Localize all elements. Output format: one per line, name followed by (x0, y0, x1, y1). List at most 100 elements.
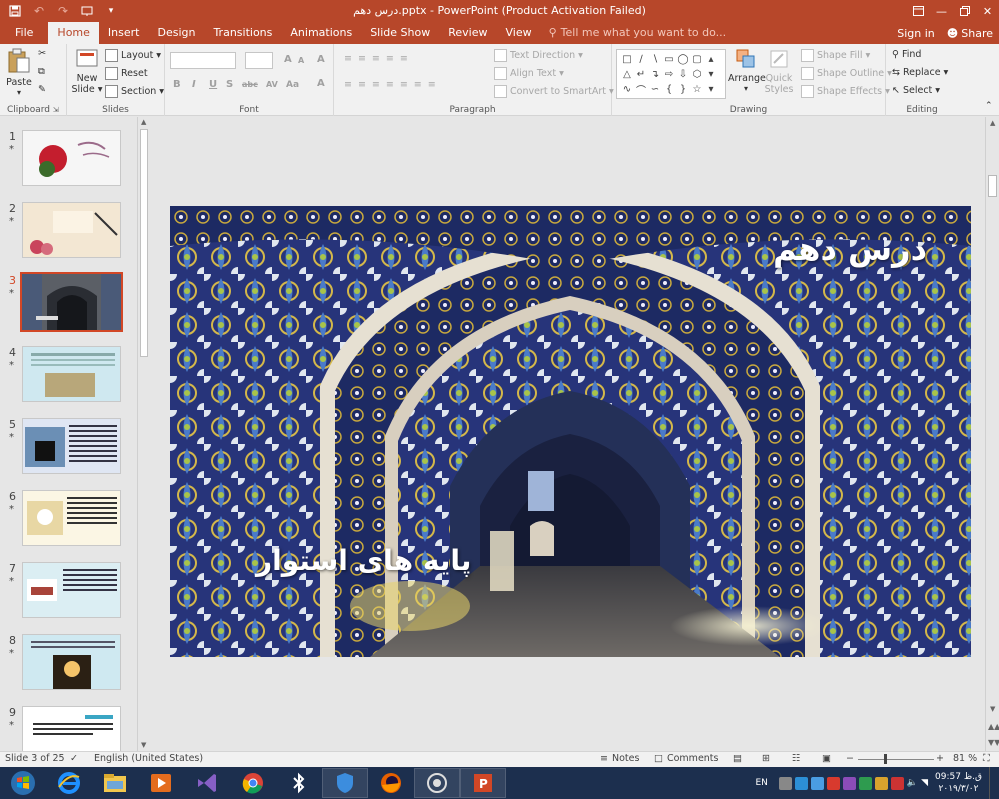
current-slide[interactable]: درس دهم پایه های استوار (170, 206, 971, 657)
slide-thumbnail-4[interactable]: 4 * (0, 346, 140, 410)
skype-icon[interactable] (794, 776, 808, 790)
network-icon[interactable]: ◥ (921, 778, 928, 788)
notes-button[interactable]: ≡ Notes (600, 753, 639, 764)
tab-design[interactable]: Design (148, 22, 204, 44)
slide-thumbnail-6[interactable]: 6 * (0, 490, 140, 554)
char-spacing-icon[interactable]: AV (266, 80, 278, 89)
scroll-thumb[interactable] (988, 175, 997, 197)
section-button[interactable]: Section ▾ (105, 85, 164, 98)
bluetooth-icon[interactable] (276, 768, 322, 798)
clear-formatting-icon[interactable]: A (317, 54, 325, 65)
paste-button[interactable]: Paste ▾ (4, 48, 34, 97)
change-case-icon[interactable]: Aa (286, 80, 299, 90)
find-button[interactable]: ⚲ Find (892, 49, 921, 60)
new-slide-button[interactable]: New Slide ▾ (70, 48, 104, 95)
update-icon[interactable] (858, 776, 872, 790)
tab-slide-show[interactable]: Slide Show (361, 22, 439, 44)
scroll-up-icon[interactable]: ▲ (141, 118, 146, 126)
scroll-thumb[interactable] (140, 129, 148, 357)
replace-button[interactable]: ⇆ Replace ▾ (892, 67, 948, 78)
italic-icon[interactable]: I (192, 79, 196, 90)
shape-outline-button[interactable]: Shape Outline ▾ (801, 67, 892, 80)
tab-animations[interactable]: Animations (281, 22, 361, 44)
thumbnails-scrollbar[interactable]: ▲ ▼ (137, 117, 150, 751)
grow-font-icon[interactable]: A (284, 54, 292, 65)
font-size-input[interactable] (245, 52, 273, 69)
tell-me-box[interactable]: ⚲ Tell me what you want to do... (541, 22, 727, 44)
chrome-icon[interactable] (230, 768, 276, 798)
language-icon[interactable]: EN (755, 778, 767, 788)
visual-studio-icon[interactable] (184, 768, 230, 798)
sign-in-link[interactable]: Sign in (897, 27, 935, 40)
redo-icon[interactable]: ↷ (52, 1, 74, 21)
shrink-font-icon[interactable]: A (298, 56, 304, 65)
reading-view-icon[interactable]: ☷ (792, 753, 801, 764)
bold-icon[interactable]: B (173, 79, 181, 90)
zoom-out-icon[interactable]: − (846, 753, 854, 764)
format-painter-icon[interactable]: ✎ (38, 84, 46, 95)
shadow-icon[interactable]: S (226, 79, 233, 90)
underline-icon[interactable]: U (209, 79, 217, 90)
alignment-icons[interactable]: ≡≡≡≡≡≡≡ (344, 79, 442, 90)
tab-review[interactable]: Review (439, 22, 496, 44)
slide-subtitle[interactable]: پایه های استوار (256, 544, 471, 577)
text-direction-button[interactable]: Text Direction ▾ (494, 49, 583, 62)
tab-home[interactable]: Home (48, 22, 99, 44)
spellcheck-icon[interactable]: ✓ (70, 753, 78, 764)
show-desktop-button[interactable] (989, 767, 995, 799)
speaker-icon[interactable]: 🔈 (907, 778, 918, 788)
slide-thumbnail-2[interactable]: 2 * (0, 202, 140, 266)
minimize-icon[interactable]: — (930, 0, 953, 22)
shape-fill-button[interactable]: Shape Fill ▾ (801, 49, 870, 62)
tab-view[interactable]: View (496, 22, 540, 44)
powerpoint-icon[interactable]: P (460, 768, 506, 798)
firefox-icon[interactable] (368, 768, 414, 798)
fit-slide-icon[interactable]: ⛶ (983, 753, 990, 764)
slide-sorter-icon[interactable]: ⊞ (762, 753, 770, 764)
vpn-icon[interactable] (414, 768, 460, 798)
zoom-slider[interactable] (858, 759, 934, 760)
slide-thumbnail-9[interactable]: 9 * (0, 706, 140, 751)
media-icon[interactable] (138, 768, 184, 798)
media-tray-icon[interactable] (842, 776, 856, 790)
previous-slide-icon[interactable]: ▲▲ (988, 722, 999, 731)
layout-button[interactable]: Layout ▾ (105, 49, 161, 62)
scroll-down-icon[interactable]: ▼ (990, 705, 995, 713)
flag-icon[interactable] (890, 776, 904, 790)
slide-thumbnail-8[interactable]: 8 * (0, 634, 140, 698)
font-color-icon[interactable]: A (317, 78, 325, 89)
slide-thumbnail-1[interactable]: 1 * (0, 130, 140, 194)
copy-icon[interactable]: ⧉ (38, 66, 45, 77)
next-slide-icon[interactable]: ▼▼ (988, 738, 999, 747)
zoom-slider-thumb[interactable] (884, 754, 887, 764)
explorer-icon[interactable] (92, 768, 138, 798)
slideshow-icon[interactable]: ▣ (822, 753, 831, 764)
ie-icon[interactable] (46, 768, 92, 798)
collapse-ribbon-icon[interactable]: ⌃ (985, 101, 993, 111)
bullets-icon[interactable]: ≡≡≡≡≡ (344, 53, 414, 64)
normal-view-icon[interactable]: ▤ (733, 753, 742, 764)
editor-scrollbar[interactable]: ▲ ▼ ▲▲ ▼▼ (985, 117, 999, 751)
folder-tray-icon[interactable] (874, 776, 888, 790)
align-text-button[interactable]: Align Text ▾ (494, 67, 564, 80)
save-icon[interactable] (4, 1, 26, 21)
shape-effects-button[interactable]: Shape Effects ▾ (801, 85, 890, 98)
comments-button[interactable]: □ Comments (654, 753, 718, 764)
cloud-icon[interactable] (810, 776, 824, 790)
presenter-icon[interactable] (76, 1, 98, 21)
antivirus-icon[interactable] (826, 776, 840, 790)
zoom-in-icon[interactable]: + (936, 753, 944, 764)
slide-thumbnail-3[interactable]: 3 * (0, 272, 140, 338)
undo-icon[interactable]: ↶ (28, 1, 50, 21)
restore-icon[interactable] (953, 0, 976, 22)
scroll-up-icon[interactable]: ▲ (990, 119, 995, 127)
strikethrough-icon[interactable]: abc (242, 80, 258, 89)
font-name-input[interactable] (170, 52, 236, 69)
network-app-icon[interactable] (778, 776, 792, 790)
convert-smartart-button[interactable]: Convert to SmartArt ▾ (494, 85, 614, 98)
shapes-gallery[interactable]: □ ∕ ∖ ▭ ◯ ▢ ▴ △ ↵ ↴ ⇨ ⇩ ⬡ ▾ ∿ ⌒ ∽ {} ☆ ▾ (616, 49, 726, 99)
close-icon[interactable]: ✕ (976, 0, 999, 22)
shield-icon[interactable] (322, 768, 368, 798)
zoom-level[interactable]: 81 % (953, 753, 977, 764)
reset-button[interactable]: Reset (105, 67, 148, 80)
